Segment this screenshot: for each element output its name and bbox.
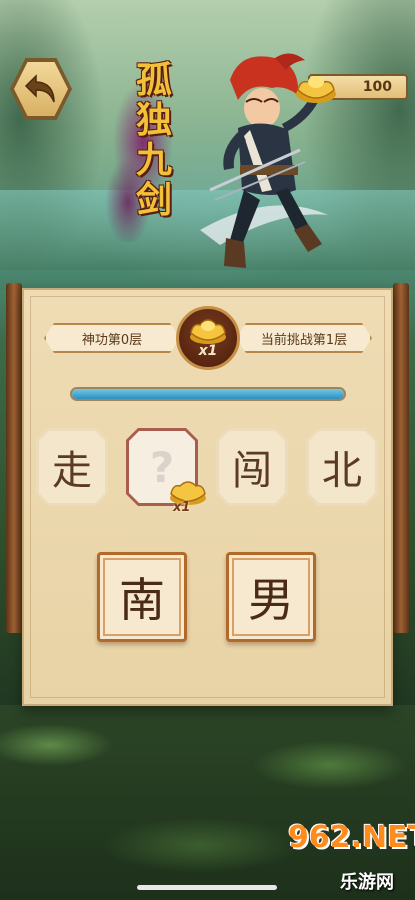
- tile-char: 走: [52, 448, 92, 494]
- watermark-sub: 乐游网: [340, 872, 394, 893]
- watermark-brand: 962.NET: [288, 820, 415, 855]
- progress-fill: [72, 389, 344, 399]
- title-char: 剑: [135, 179, 172, 221]
- tile-reward-multiplier: x1: [173, 500, 191, 515]
- option-char: 男: [248, 573, 294, 627]
- gold-ingot-icon: [296, 76, 336, 103]
- progress-bar: [70, 387, 346, 401]
- back-arrow-icon: [24, 74, 55, 103]
- title-char: 孤: [135, 59, 172, 101]
- answer-option[interactable]: 男: [226, 552, 316, 642]
- level-info-row: 神功第0层 当前挑战第1层 x1: [44, 306, 372, 370]
- home-indicator[interactable]: [137, 885, 277, 890]
- game-title: 孤 独 九 剑: [130, 60, 178, 220]
- option-char: 南: [119, 573, 165, 627]
- skill-level-label: 神功第0层: [44, 323, 180, 353]
- puzzle-tile: 北: [306, 428, 378, 506]
- coin-count: 100: [362, 79, 392, 95]
- tile-char: 闯: [232, 448, 272, 494]
- puzzle-tile: 闯: [216, 428, 288, 506]
- scroll-rod-left: [6, 283, 22, 633]
- scroll-rod-right: [393, 283, 409, 633]
- puzzle-tile: 走: [36, 428, 108, 506]
- site-watermark: 962.NET 乐游网: [288, 820, 415, 894]
- tile-char: 北: [322, 448, 362, 494]
- reward-multiplier: x1: [198, 343, 218, 359]
- title-char: 九: [135, 139, 172, 181]
- answer-option[interactable]: 南: [97, 552, 187, 642]
- current-challenge-label: 当前挑战第1层: [236, 323, 372, 353]
- title-char: 独: [135, 99, 172, 141]
- reward-badge: x1: [176, 306, 240, 370]
- tile-reward: x1: [165, 478, 211, 518]
